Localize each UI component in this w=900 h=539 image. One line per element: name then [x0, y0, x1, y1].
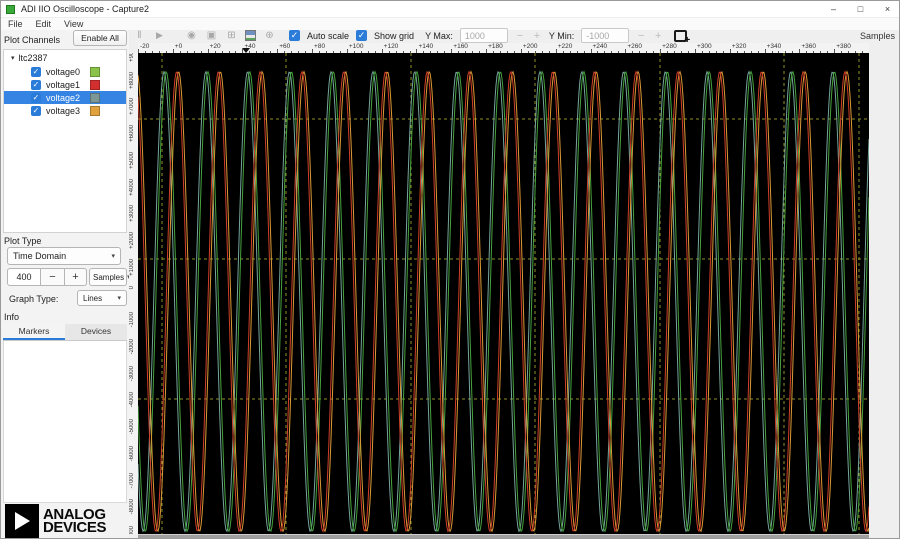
- trace-voltage2: [137, 70, 870, 533]
- y-max-label: Y Max:: [425, 30, 453, 41]
- x-axis-unit-label: Samples: [859, 31, 895, 41]
- info-label: Info: [4, 312, 20, 322]
- channel-label: voltage1: [46, 79, 81, 90]
- plot-settings-icon[interactable]: [245, 30, 256, 41]
- channel-checkbox[interactable]: ✓: [31, 66, 41, 77]
- channel-tree: ▾ ltc2387 ✓ voltage0 ✓ voltage1 ✓ voltage2 ✓ vo…: [3, 49, 127, 233]
- oscilloscope-plot[interactable]: [137, 53, 870, 534]
- window-controls: – □ ×: [820, 1, 899, 17]
- move-crosshair-icon[interactable]: ⊕: [263, 29, 276, 42]
- zoom-fit-icon[interactable]: ⊞: [225, 29, 238, 42]
- app-window: ADI IIO Oscilloscope - Capture2 – □ × Fi…: [0, 0, 900, 539]
- tab-devices[interactable]: Devices: [65, 324, 127, 340]
- channel-checkbox[interactable]: ✓: [31, 79, 41, 90]
- channel-label: voltage2: [46, 92, 81, 103]
- channel-color-swatch[interactable]: [90, 92, 100, 103]
- analog-devices-logo-text: ANALOG DEVICES: [43, 505, 107, 536]
- show-grid-label: Show grid: [374, 30, 415, 41]
- sample-count-input[interactable]: [7, 268, 41, 286]
- app-icon: [6, 4, 15, 14]
- plot-type-label: Plot Type: [4, 236, 42, 246]
- auto-scale-checkbox[interactable]: ✓: [289, 30, 300, 41]
- sample-unit-value: Samples: [93, 272, 125, 282]
- channel-color-swatch[interactable]: [90, 79, 100, 90]
- tree-expander-icon[interactable]: ▾: [11, 54, 15, 62]
- y-max-increment-button[interactable]: +: [532, 30, 542, 42]
- plot-type-value: Time Domain: [13, 251, 67, 261]
- plot-type-combo[interactable]: Time Domain ▾: [7, 247, 121, 265]
- new-plot-icon[interactable]: +: [674, 29, 690, 46]
- show-grid-checkbox[interactable]: ✓: [356, 30, 368, 41]
- info-panel-content: [3, 341, 127, 503]
- y-min-decrement-button[interactable]: −: [636, 30, 646, 42]
- device-tree-row[interactable]: ▾ ltc2387: [4, 50, 126, 65]
- channel-label: voltage0: [46, 66, 81, 77]
- channel-color-swatch[interactable]: [90, 105, 100, 116]
- y-max-input[interactable]: [459, 28, 508, 43]
- channel-row-voltage1[interactable]: ✓ voltage1: [4, 78, 126, 91]
- left-panel: Plot Channels Enable All ▾ ltc2387 ✓ volt…: [1, 30, 131, 538]
- sample-count-increment-button[interactable]: +: [65, 268, 87, 286]
- auto-scale-label: Auto scale: [307, 30, 350, 41]
- minimize-button[interactable]: –: [820, 1, 847, 17]
- tab-markers[interactable]: Markers: [3, 324, 65, 340]
- close-button[interactable]: ×: [874, 1, 899, 17]
- y-min-input[interactable]: [581, 28, 630, 43]
- play-icon[interactable]: ▶: [153, 29, 166, 42]
- graph-type-value: Lines: [83, 293, 103, 303]
- pause-icon[interactable]: ‖: [133, 29, 146, 42]
- maximize-button[interactable]: □: [847, 1, 874, 17]
- y-max-decrement-button[interactable]: −: [515, 30, 525, 42]
- info-tabs: Markers Devices: [3, 324, 127, 341]
- channel-row-voltage0[interactable]: ✓ voltage0: [4, 65, 126, 78]
- analog-devices-logo: ANALOG DEVICES: [5, 504, 106, 538]
- analog-devices-logo-icon: [5, 504, 39, 538]
- y-axis-ruler: +9000 +8000 +7000 +6000 +5000 +4000 +3000 +2000…: [129, 53, 138, 534]
- x-axis-ruler: -20 +0 +20 +40 +60 +80 +100 +120 +140 +160 +180 +20…: [138, 43, 869, 53]
- menu-view[interactable]: View: [64, 19, 83, 29]
- channel-row-voltage2[interactable]: ✓ voltage2: [4, 91, 126, 104]
- chevron-down-icon: ▾: [111, 253, 115, 260]
- y-min-increment-button[interactable]: +: [653, 30, 663, 42]
- channel-list: ✓ voltage0 ✓ voltage1 ✓ voltage2 ✓ voltage3: [4, 65, 126, 117]
- plot-channels-label: Plot Channels: [4, 35, 61, 45]
- channel-label: voltage3: [46, 105, 81, 116]
- channel-checkbox[interactable]: ✓: [31, 105, 41, 116]
- channel-color-swatch[interactable]: [90, 66, 100, 77]
- horizontal-scrollbar[interactable]: [138, 534, 869, 538]
- sample-unit-combo[interactable]: Samples ▾: [89, 268, 131, 286]
- window-title: ADI IIO Oscilloscope - Capture2: [21, 4, 150, 14]
- menu-file[interactable]: File: [8, 19, 23, 29]
- title-bar: ADI IIO Oscilloscope - Capture2 – □ ×: [1, 1, 899, 18]
- enable-all-button[interactable]: Enable All: [73, 30, 127, 46]
- graph-type-label: Graph Type:: [9, 294, 59, 304]
- channel-row-voltage3[interactable]: ✓ voltage3: [4, 104, 126, 117]
- y-min-label: Y Min:: [548, 30, 575, 41]
- menu-edit[interactable]: Edit: [36, 19, 52, 29]
- save-snapshot-icon[interactable]: ▣: [205, 29, 218, 42]
- channel-checkbox[interactable]: ✓: [31, 92, 41, 103]
- chevron-down-icon: ▾: [117, 295, 121, 302]
- sample-count-decrement-button[interactable]: −: [41, 268, 65, 286]
- screenshot-icon[interactable]: ◉: [185, 29, 198, 42]
- device-name: ltc2387: [18, 53, 48, 63]
- capture-toolbar: ‖ ▶ ◉ ▣ ⊞ ⊕ ✓ Auto scale ✓ Show grid Y M…: [133, 28, 873, 46]
- graph-type-combo[interactable]: Lines ▾: [77, 290, 127, 306]
